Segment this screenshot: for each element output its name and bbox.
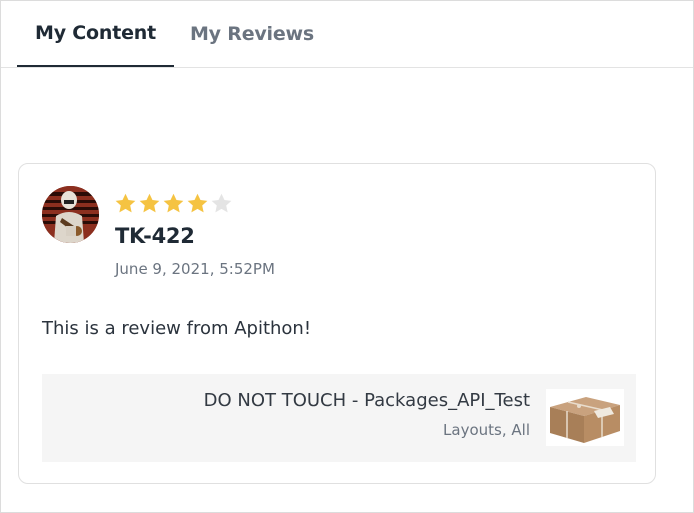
star-empty-icon: [211, 193, 232, 213]
avatar: [42, 186, 99, 243]
review-card: TK-422 June 9, 2021, 5:52PM This is a re…: [18, 163, 656, 484]
rating-stars: [114, 192, 233, 216]
product-categories: Layouts, All: [443, 421, 530, 439]
review-date: June 9, 2021, 5:52PM: [115, 260, 275, 278]
tab-my-content[interactable]: My Content: [17, 1, 174, 67]
tab-bar: My Content My Reviews: [1, 1, 693, 68]
product-summary[interactable]: DO NOT TOUCH - Packages_API_Test Layouts…: [42, 374, 636, 462]
star-filled-icon: [163, 193, 184, 213]
product-title[interactable]: DO NOT TOUCH - Packages_API_Test: [204, 390, 530, 411]
reviewer-name: TK-422: [115, 224, 195, 248]
page-frame: My Content My Reviews TK-422 June 9, 202…: [0, 0, 694, 513]
star-filled-icon: [187, 193, 208, 213]
star-filled-icon: [115, 193, 136, 213]
review-text: This is a review from Apithon!: [42, 318, 312, 339]
package-icon: [546, 389, 624, 446]
star-filled-icon: [139, 193, 160, 213]
product-thumbnail[interactable]: [546, 389, 624, 446]
tab-my-reviews[interactable]: My Reviews: [189, 1, 315, 67]
reviewer-avatar-image: [42, 186, 99, 243]
